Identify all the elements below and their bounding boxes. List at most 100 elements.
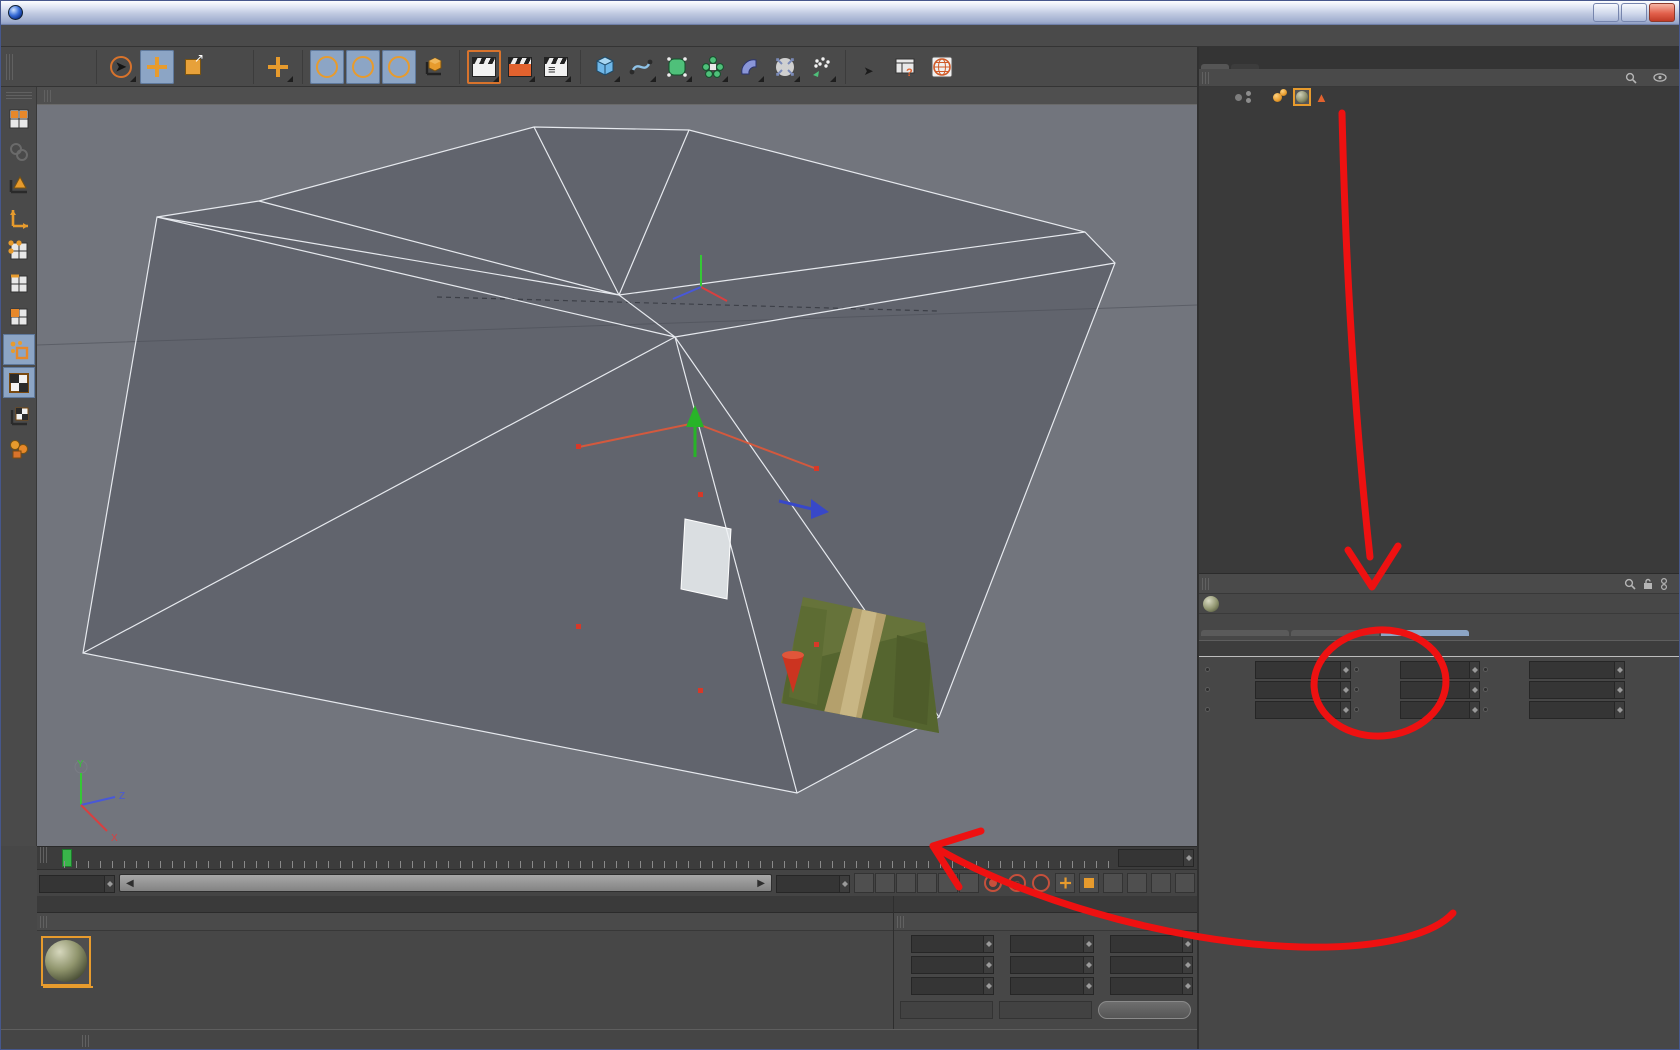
range-end-field[interactable]: [776, 874, 850, 893]
offset-z-field[interactable]: [911, 977, 995, 995]
spinner[interactable]: [1182, 977, 1193, 995]
polygons-mode-button[interactable]: [3, 301, 35, 332]
sz-field[interactable]: [1400, 701, 1480, 719]
spinner[interactable]: [104, 874, 115, 893]
go-to-start-button[interactable]: [854, 873, 874, 893]
lock-icon[interactable]: [1643, 578, 1653, 590]
key-dot[interactable]: [1205, 687, 1210, 692]
help-button[interactable]: ➤: [853, 50, 887, 84]
close-button[interactable]: [1649, 3, 1675, 22]
sync-dots-icon[interactable]: [1660, 577, 1668, 590]
rotate-tool[interactable]: [212, 50, 246, 84]
minimize-button[interactable]: [1593, 3, 1619, 22]
spinner[interactable]: [1614, 681, 1625, 699]
spinner[interactable]: [1340, 681, 1351, 699]
next-key-button[interactable]: [938, 873, 958, 893]
timeline-ruler[interactable]: [37, 846, 1197, 869]
scale-tool[interactable]: [176, 50, 210, 84]
viewport[interactable]: Y Z X: [37, 87, 1197, 846]
toolbar-grip[interactable]: [82, 1034, 91, 1047]
key-dot[interactable]: [1354, 687, 1359, 692]
last-used-tool[interactable]: [261, 50, 295, 84]
frame-scrubber[interactable]: ◀ ▶: [119, 874, 772, 892]
menu-selezione[interactable]: [89, 34, 109, 38]
rp-field[interactable]: [1529, 681, 1625, 699]
menu-modifica[interactable]: [29, 34, 49, 38]
previous-key-button[interactable]: [875, 873, 895, 893]
toolbar-grip[interactable]: [1202, 577, 1211, 590]
spinner[interactable]: [983, 956, 995, 974]
spinner[interactable]: [839, 874, 850, 893]
viewport-canvas[interactable]: Y Z X: [37, 105, 1197, 846]
spinner[interactable]: [1082, 977, 1094, 995]
object-axis-mode-button[interactable]: [3, 202, 35, 233]
spinner[interactable]: [1469, 701, 1480, 719]
menu-plugin[interactable]: [229, 34, 249, 38]
range-start-value[interactable]: [39, 874, 104, 893]
edges-mode-button[interactable]: [3, 268, 35, 299]
om-menu-segnalibri[interactable]: [1294, 77, 1310, 79]
attr-menu-modifica[interactable]: [1230, 583, 1246, 585]
render-visibility-dot2[interactable]: [1246, 98, 1251, 103]
toolbar-grip[interactable]: [6, 53, 15, 80]
play-button[interactable]: [917, 873, 937, 893]
toolbar-grip[interactable]: [40, 847, 49, 863]
tab-struttura[interactable]: [1231, 64, 1259, 69]
mode-dropdown[interactable]: [900, 1001, 993, 1019]
key-dot[interactable]: [1483, 707, 1488, 712]
spinner[interactable]: [1340, 701, 1351, 719]
coordinate-section-header[interactable]: [1199, 640, 1679, 657]
model-mode-button[interactable]: [3, 169, 35, 200]
customize-commands-button[interactable]: ?: [889, 50, 923, 84]
menu-simulazione[interactable]: [169, 34, 189, 38]
selection-tag-icon[interactable]: ▲: [1315, 90, 1328, 105]
previous-frame-button[interactable]: [896, 873, 916, 893]
online-help-button[interactable]: [925, 50, 959, 84]
current-frame-field[interactable]: [1118, 849, 1194, 867]
spinner[interactable]: [1469, 681, 1480, 699]
scale-x-field[interactable]: [1010, 935, 1094, 953]
key-dot[interactable]: [1205, 707, 1210, 712]
attr-menu-modo[interactable]: [1214, 583, 1230, 585]
add-spline-button[interactable]: [624, 50, 658, 84]
snap-settings-button[interactable]: [3, 433, 35, 464]
tab-coordinate[interactable]: [1381, 630, 1469, 636]
lock-x-axis-button[interactable]: [310, 49, 344, 84]
record-position-toggle[interactable]: [1055, 873, 1075, 893]
om-menu-tag[interactable]: [1278, 77, 1294, 79]
spinner[interactable]: [1469, 661, 1480, 679]
spinner[interactable]: [1614, 701, 1625, 719]
rot-b-field[interactable]: [1109, 977, 1193, 995]
texture-tag-icon[interactable]: [1293, 88, 1311, 106]
spinner[interactable]: [983, 935, 995, 953]
object-tree[interactable]: ▲: [1199, 87, 1679, 557]
offset-y-field[interactable]: [911, 956, 995, 974]
record-keyframe-button[interactable]: [984, 874, 1002, 892]
toolbar-grip[interactable]: [40, 915, 49, 928]
add-array-button[interactable]: [696, 50, 730, 84]
texture-polygon-mode-button[interactable]: [2, 334, 35, 365]
om-menu-modifica[interactable]: [1230, 77, 1246, 79]
record-pla-toggle[interactable]: [1151, 873, 1171, 893]
px-field[interactable]: [1255, 661, 1351, 679]
current-frame-value[interactable]: [1118, 849, 1183, 867]
offset-x-field[interactable]: [911, 935, 995, 953]
record-scale-toggle[interactable]: [1079, 873, 1099, 893]
menu-rendering[interactable]: [189, 34, 209, 38]
menu-file[interactable]: [9, 34, 29, 38]
object-row-piano[interactable]: ▲: [1199, 87, 1679, 107]
material-item[interactable]: [41, 936, 93, 988]
menu-strumenti[interactable]: [69, 34, 89, 38]
spinner[interactable]: [1082, 935, 1094, 953]
add-particles-button[interactable]: [804, 50, 838, 84]
rh-field[interactable]: [1529, 661, 1625, 679]
mat-menu-funzione[interactable]: [84, 921, 100, 923]
render-settings-button[interactable]: [503, 50, 537, 84]
menu-aiuto[interactable]: [289, 34, 309, 38]
record-parameter-toggle[interactable]: [1127, 873, 1147, 893]
tab-base[interactable]: [1201, 630, 1289, 636]
mat-menu-texture[interactable]: [100, 921, 116, 923]
apply-button[interactable]: [1098, 1001, 1191, 1019]
phong-tag-icon[interactable]: [1273, 89, 1289, 105]
texture-axis-mode-button[interactable]: [3, 400, 35, 431]
